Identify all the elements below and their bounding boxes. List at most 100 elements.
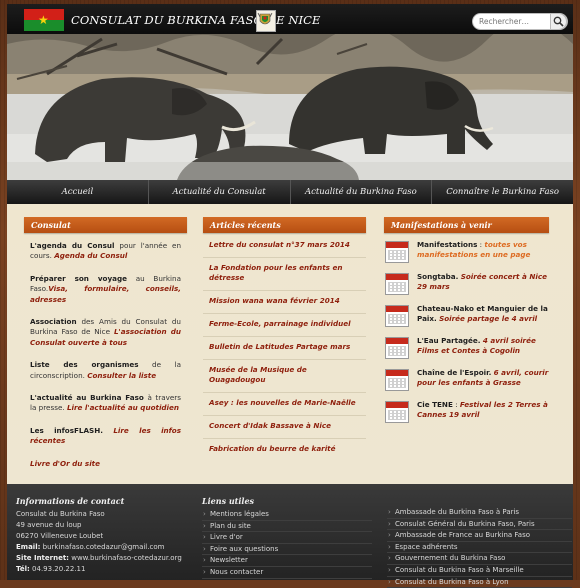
consulat-item-link[interactable]: Consulter la liste: [87, 371, 156, 380]
contact-tel-row: Tél: 04.93.20.22.11: [16, 564, 186, 575]
calendar-icon: [385, 401, 409, 423]
article-link[interactable]: Bulletin de Latitudes Partage mars: [203, 337, 366, 360]
consulat-item-lead: L'actualité au Burkina Faso: [30, 393, 144, 403]
nav-item-actualite-burkina[interactable]: Actualité du Burkina Faso: [291, 180, 433, 204]
contact-site[interactable]: www.burkinafaso-cotedazur.org: [71, 554, 182, 562]
search-box: [472, 13, 568, 30]
calendar-icon: [385, 337, 409, 359]
consulat-item-link[interactable]: Visa, formulaire, conseils, adresses: [30, 284, 181, 303]
search-input[interactable]: [479, 16, 545, 27]
consulat-item-text: Les infosFLASH.: [30, 425, 114, 435]
contact-info: Informations de contact Consulat du Burk…: [16, 496, 186, 575]
consulat-item-lead: L'agenda du Consul: [30, 241, 115, 250]
event-item: Cie TENE : Festival les 2 Terres à Canne…: [384, 400, 549, 432]
external-link[interactable]: Consulat Général du Burkina Faso, Paris: [387, 519, 572, 531]
site-header: ★ Consulat du Burkina Faso de Nice: [7, 4, 573, 34]
site-footer: Informations de contact Consulat du Burk…: [7, 484, 573, 588]
consulat-heading: Consulat: [24, 217, 187, 233]
consulat-item-link[interactable]: Livre d'Or du site: [30, 459, 100, 468]
contact-tel-label: Tél:: [16, 565, 30, 573]
main-nav: Accueil Actualité du Consulat Actualité …: [7, 180, 573, 204]
articles-heading: Articles récents: [203, 217, 366, 233]
article-link[interactable]: Ferme-Ecole, parrainage individuel: [203, 314, 366, 337]
calendar-icon: [385, 369, 409, 391]
event-item: Manifestations : toutes vos manifestatio…: [384, 240, 549, 272]
footer-link[interactable]: Foire aux questions: [202, 544, 372, 556]
article-link[interactable]: Concert d'Idak Bassave à Nice: [203, 416, 366, 439]
consulat-item-lead: Association: [30, 317, 77, 327]
nav-item-accueil[interactable]: Accueil: [7, 180, 149, 204]
external-link[interactable]: Ambassade de France au Burkina Faso: [387, 530, 572, 542]
burkina-flag-icon: ★: [24, 9, 64, 31]
event-item: L'Eau Partagée. 4 avril soirée Films et …: [384, 336, 549, 368]
contact-site-label: Site Internet:: [16, 554, 69, 562]
contact-email-label: Email:: [16, 543, 41, 551]
contact-email-row: Email: burkinafaso.cotedazur@gmail.com: [16, 542, 186, 553]
footer-link[interactable]: Plan du site: [202, 521, 372, 533]
contact-site-row: Site Internet: www.burkinafaso-cotedazur…: [16, 553, 186, 564]
coat-of-arms-icon: [256, 10, 276, 32]
calendar-icon: [385, 241, 409, 263]
search-icon: [553, 16, 564, 27]
useful-links-list: Mentions légales Plan du site Livre d'or…: [202, 509, 372, 579]
contact-address-2: 06270 Villeneuve Loubet: [16, 532, 104, 540]
event-item: Chateau-Nako et Manguier de la Paix. Soi…: [384, 304, 549, 336]
event-title: L'Eau Partagée.: [417, 336, 481, 345]
event-separator: :: [452, 400, 460, 409]
external-links: Ambassade du Burkina Faso à Paris Consul…: [387, 496, 572, 588]
article-link[interactable]: Mission wana wana février 2014: [203, 291, 366, 314]
consulat-item-link[interactable]: Lire l'actualité au quotidien: [67, 403, 179, 412]
article-link[interactable]: Musée de la Musique de Ouagadougou: [203, 360, 366, 393]
contact-name: Consulat du Burkina Faso: [16, 510, 105, 518]
consulat-item-infosflash: Les infosFLASH. Lire les infos récentes: [24, 426, 187, 447]
consulat-item-actualite: L'actualité au Burkina Faso à travers la…: [24, 393, 187, 414]
event-title: Chaîne de l'Espoir.: [417, 368, 492, 377]
external-link[interactable]: Gouvernement du Burkina Faso: [387, 553, 572, 565]
event-title: Songtaba.: [417, 272, 459, 281]
site-title[interactable]: Consulat du Burkina Faso de Nice: [71, 13, 321, 27]
consulat-item-association: Association des Amis du Consulat du Burk…: [24, 317, 187, 348]
event-link[interactable]: Soirée partage le 4 avril: [439, 314, 537, 323]
articles-column: Articles récents Lettre du consulat n°37…: [203, 217, 366, 461]
event-title: Manifestations: [417, 240, 478, 249]
search-button[interactable]: [550, 13, 567, 30]
manifestations-heading: Manifestations à venir: [384, 217, 549, 233]
external-link[interactable]: Espace adhérents: [387, 542, 572, 554]
manifestations-column: Manifestations à venir Manifestations : …: [384, 217, 549, 432]
consulat-item-agenda: L'agenda du Consul pour l'année en cours…: [24, 241, 187, 262]
consulat-item-link[interactable]: Agenda du Consul: [54, 251, 127, 260]
nav-item-actualite-consulat[interactable]: Actualité du Consulat: [149, 180, 291, 204]
page: ★ Consulat du Burkina Faso de Nice: [0, 0, 580, 588]
useful-links-heading: Liens utiles: [202, 496, 255, 506]
calendar-icon: [385, 305, 409, 327]
nav-item-connaitre-burkina[interactable]: Connaître le Burkina Faso: [432, 180, 573, 204]
contact-heading: Informations de contact: [16, 496, 125, 506]
external-links-list: Ambassade du Burkina Faso à Paris Consul…: [387, 507, 572, 588]
external-link[interactable]: Consulat du Burkina Faso à Marseille: [387, 565, 572, 577]
useful-links: Liens utiles Mentions légales Plan du si…: [202, 496, 372, 579]
event-item: Chaîne de l'Espoir. 6 avril, courir pour…: [384, 368, 549, 400]
footer-link[interactable]: Livre d'or: [202, 532, 372, 544]
calendar-icon: [385, 273, 409, 295]
external-link[interactable]: Ambassade du Burkina Faso à Paris: [387, 507, 572, 519]
event-title: Cie TENE: [417, 400, 453, 409]
consulat-column: Consulat L'agenda du Consul pour l'année…: [24, 217, 187, 469]
consulat-item-organismes: Liste des organismes de la circonscripti…: [24, 360, 187, 381]
contact-address-1: 49 avenue du loup: [16, 521, 82, 529]
footer-link[interactable]: Mentions légales: [202, 509, 372, 521]
hero-image: [7, 34, 573, 180]
article-link[interactable]: La Fondation pour les enfants en détress…: [203, 258, 366, 291]
footer-link[interactable]: Nous contacter: [202, 567, 372, 579]
consulat-item-lead: Liste des organismes: [30, 360, 139, 370]
consulat-item-lead: Préparer son voyage: [30, 273, 128, 283]
event-item: Songtaba. Soirée concert à Nice 29 mars: [384, 272, 549, 304]
contact-email[interactable]: burkinafaso.cotedazur@gmail.com: [43, 543, 165, 551]
external-link[interactable]: Consulat du Burkina Faso à Lyon: [387, 577, 572, 588]
article-link[interactable]: Asey : les nouvelles de Marie-Naëlle: [203, 393, 366, 416]
article-link[interactable]: Fabrication du beurre de karité: [203, 439, 366, 461]
article-link[interactable]: Lettre du consulat n°37 mars 2014: [203, 235, 366, 258]
main-content: Consulat L'agenda du Consul pour l'année…: [7, 204, 573, 484]
consulat-item-voyage: Préparer son voyage au Burkina Faso.Visa…: [24, 274, 187, 305]
contact-tel: 04.93.20.22.11: [32, 565, 86, 573]
footer-link[interactable]: Newsletter: [202, 555, 372, 567]
